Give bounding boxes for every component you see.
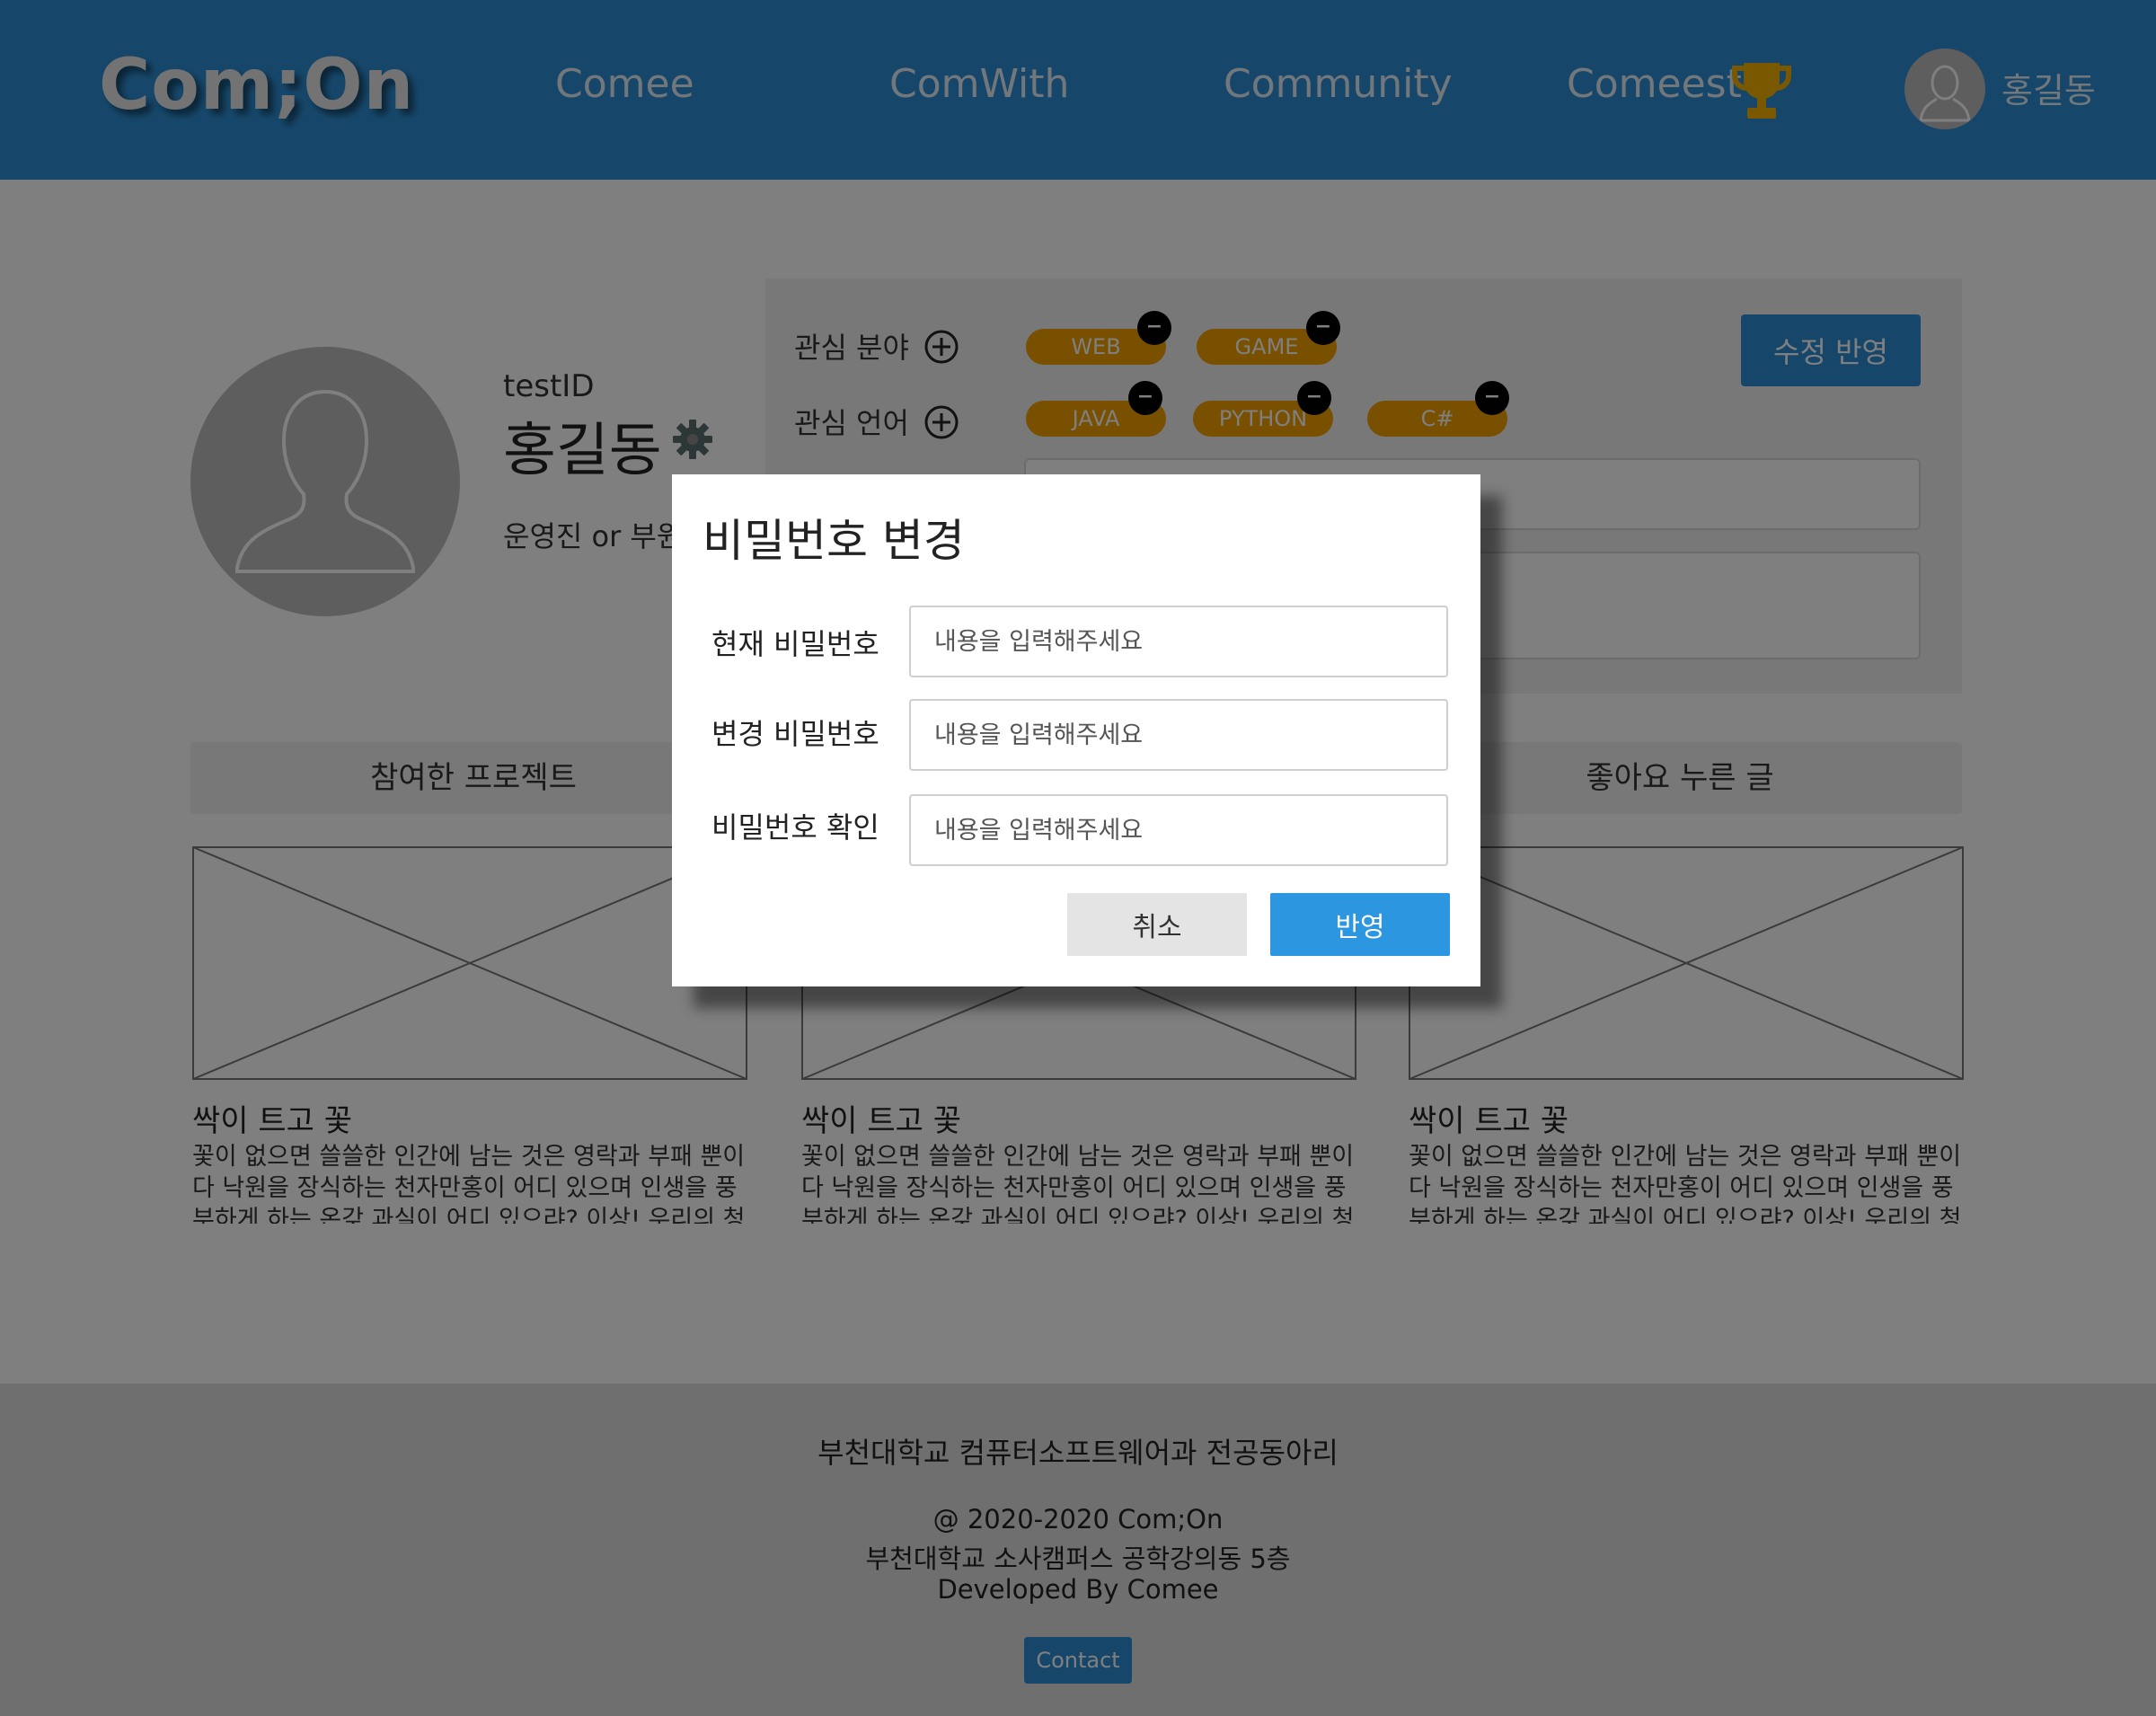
new-password-input[interactable] <box>909 699 1448 771</box>
current-password-label: 현재 비밀번호 <box>711 627 879 661</box>
confirm-password-input[interactable] <box>909 794 1448 866</box>
apply-button[interactable]: 반영 <box>1270 893 1450 956</box>
current-password-input[interactable] <box>909 606 1448 677</box>
new-password-label: 변경 비밀번호 <box>711 717 879 751</box>
dialog-title: 비밀번호 변경 <box>702 515 965 567</box>
cancel-button[interactable]: 취소 <box>1067 893 1247 956</box>
change-password-dialog: 비밀번호 변경 현재 비밀번호 변경 비밀번호 비밀번호 확인 취소 반영 <box>672 474 1480 986</box>
confirm-password-label: 비밀번호 확인 <box>711 810 879 845</box>
